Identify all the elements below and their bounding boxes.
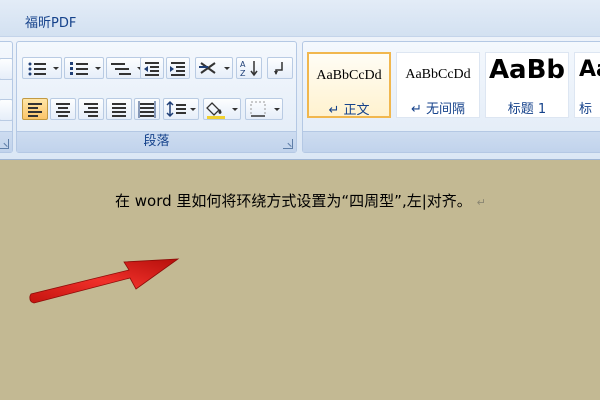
red-arrow-annotation (29, 258, 180, 304)
